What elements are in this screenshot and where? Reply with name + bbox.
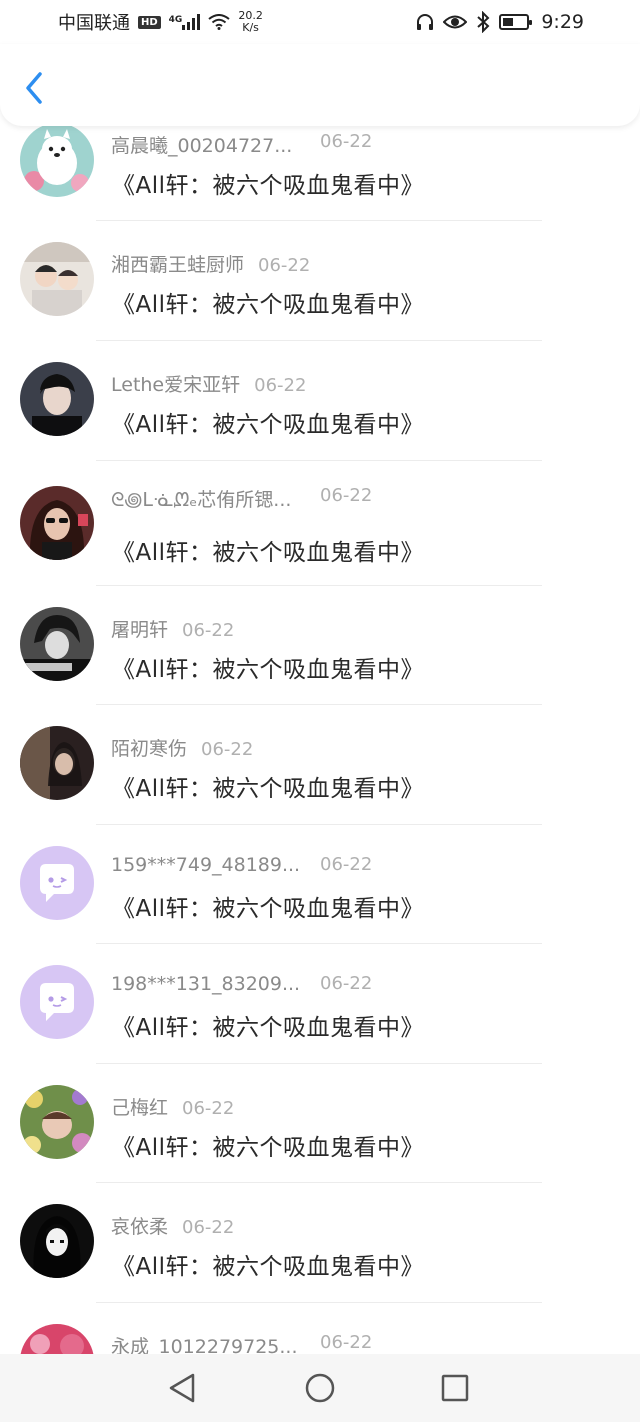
date-label: 06-22 <box>258 255 311 276</box>
divider <box>96 585 542 586</box>
list-item[interactable]: 永成_1012279725... 06-22 <box>0 1324 640 1354</box>
user-name[interactable]: Lethe爱宋亚轩 <box>111 370 240 397</box>
divider <box>96 824 542 825</box>
divider <box>96 340 542 341</box>
user-name[interactable]: ᘓ꩜ᒪᓍᘻₑ芯侑所锶... <box>111 485 291 513</box>
hd-badge: HD <box>138 15 161 29</box>
avatar[interactable] <box>20 242 94 316</box>
date-label: 06-22 <box>182 620 235 641</box>
list-item[interactable]: 湘西霸王蛙厨师 06-22 《All轩：被六个吸血鬼看中》 <box>0 242 640 362</box>
avatar[interactable] <box>20 1085 94 1159</box>
divider <box>96 1182 542 1183</box>
user-line: 屠明轩 06-22 <box>111 615 234 642</box>
user-name[interactable]: 陌初寒伤 <box>111 734 187 761</box>
book-title: 《All轩：被六个吸血鬼看中》 <box>112 1015 425 1041</box>
list-item[interactable]: 198***131_83209... 06-22 《All轩：被六个吸血鬼看中》 <box>0 965 640 1085</box>
user-name[interactable]: 198***131_83209... <box>111 973 300 995</box>
book-title: 《All轩：被六个吸血鬼看中》 <box>112 1254 425 1280</box>
avatar[interactable] <box>20 965 94 1039</box>
avatar[interactable] <box>20 846 94 920</box>
date-label: 06-22 <box>320 854 373 875</box>
date-label: 06-22 <box>254 375 307 396</box>
user-name[interactable]: 159***749_48189... <box>111 854 300 876</box>
date-label: 06-22 <box>320 131 373 152</box>
date-label: 06-22 <box>320 973 373 994</box>
avatar[interactable] <box>20 1204 94 1278</box>
nav-back-button[interactable] <box>165 1370 201 1406</box>
system-nav-bar <box>0 1354 640 1422</box>
divider <box>96 1063 542 1064</box>
list-item[interactable]: 陌初寒伤 06-22 《All轩：被六个吸血鬼看中》 <box>0 726 640 846</box>
divider <box>96 220 542 221</box>
divider <box>96 943 542 944</box>
clock: 9:29 <box>541 11 584 33</box>
divider <box>96 704 542 705</box>
wifi-icon <box>208 14 230 30</box>
reader-list: 高晨曦_00204727... 06-22 《All轩：被六个吸血鬼看中》 湘西霸王蛙… <box>0 0 640 1354</box>
book-title: 《All轩：被六个吸血鬼看中》 <box>112 412 425 438</box>
carrier-label: 中国联通 <box>58 13 130 34</box>
avatar[interactable] <box>20 486 94 560</box>
battery-icon <box>499 14 533 30</box>
date-label: 06-22 <box>320 485 373 506</box>
list-item[interactable]: 159***749_48189... 06-22 《All轩：被六个吸血鬼看中》 <box>0 846 640 966</box>
book-title: 《All轩：被六个吸血鬼看中》 <box>112 1135 425 1161</box>
user-name[interactable]: 己梅红 <box>111 1093 168 1120</box>
list-item[interactable]: 屠明轩 06-22 《All轩：被六个吸血鬼看中》 <box>0 607 640 727</box>
chevron-left-icon <box>26 72 42 104</box>
date-label: 06-22 <box>201 739 254 760</box>
date-label: 06-22 <box>182 1098 235 1119</box>
list-item[interactable]: 高晨曦_00204727... 06-22 《All轩：被六个吸血鬼看中》 <box>0 123 640 243</box>
user-name[interactable]: 永成_1012279725... <box>111 1332 298 1354</box>
nav-home-button[interactable] <box>302 1370 338 1406</box>
book-title: 《All轩：被六个吸血鬼看中》 <box>112 173 425 199</box>
user-line: ᘓ꩜ᒪᓍᘻₑ芯侑所锶... 06-22 <box>111 485 372 513</box>
back-button[interactable] <box>20 70 48 106</box>
date-label: 06-22 <box>182 1217 235 1238</box>
user-line: 永成_1012279725... 06-22 <box>111 1332 372 1354</box>
avatar[interactable] <box>20 1324 94 1354</box>
book-title: 《All轩：被六个吸血鬼看中》 <box>112 657 425 683</box>
status-bar: 中国联通 HD 4G 20.2 K/s 9:29 <box>0 0 640 44</box>
user-line: 198***131_83209... 06-22 <box>111 973 372 995</box>
date-label: 06-22 <box>320 1332 373 1353</box>
divider <box>96 460 542 461</box>
user-line: 陌初寒伤 06-22 <box>111 734 253 761</box>
user-name[interactable]: 高晨曦_00204727... <box>111 131 292 158</box>
user-line: Lethe爱宋亚轩 06-22 <box>111 370 306 397</box>
user-line: 哀依柔 06-22 <box>111 1212 234 1239</box>
top-header <box>0 44 640 126</box>
user-line: 159***749_48189... 06-22 <box>111 854 372 876</box>
user-line: 己梅红 06-22 <box>111 1093 234 1120</box>
avatar[interactable] <box>20 726 94 800</box>
avatar[interactable] <box>20 607 94 681</box>
nav-recents-button[interactable] <box>437 1370 473 1406</box>
book-title: 《All轩：被六个吸血鬼看中》 <box>112 292 425 318</box>
user-line: 高晨曦_00204727... 06-22 <box>111 131 372 158</box>
eye-icon <box>443 15 468 29</box>
circle-home-icon <box>305 1373 335 1403</box>
list-item[interactable]: 己梅红 06-22 《All轩：被六个吸血鬼看中》 <box>0 1085 640 1205</box>
signal-icon: 4G <box>169 14 201 30</box>
book-title: 《All轩：被六个吸血鬼看中》 <box>112 776 425 802</box>
list-item[interactable]: Lethe爱宋亚轩 06-22 《All轩：被六个吸血鬼看中》 <box>0 362 640 482</box>
network-speed: 20.2 K/s <box>238 9 263 34</box>
bluetooth-icon <box>477 11 490 33</box>
list-item[interactable]: ᘓ꩜ᒪᓍᘻₑ芯侑所锶... 06-22 《All轩：被六个吸血鬼看中》 <box>0 483 640 602</box>
user-name[interactable]: 哀依柔 <box>111 1212 168 1239</box>
book-title: 《All轩：被六个吸血鬼看中》 <box>112 540 425 566</box>
avatar[interactable] <box>20 362 94 436</box>
list-item[interactable]: 哀依柔 06-22 《All轩：被六个吸血鬼看中》 <box>0 1204 640 1324</box>
square-recents-icon <box>441 1374 469 1402</box>
avatar[interactable] <box>20 123 94 197</box>
user-line: 湘西霸王蛙厨师 06-22 <box>111 250 310 277</box>
user-name[interactable]: 湘西霸王蛙厨师 <box>111 250 244 277</box>
user-name[interactable]: 屠明轩 <box>111 615 168 642</box>
triangle-back-icon <box>169 1373 195 1403</box>
divider <box>96 1302 542 1303</box>
headphones-icon <box>417 14 434 30</box>
book-title: 《All轩：被六个吸血鬼看中》 <box>112 896 425 922</box>
